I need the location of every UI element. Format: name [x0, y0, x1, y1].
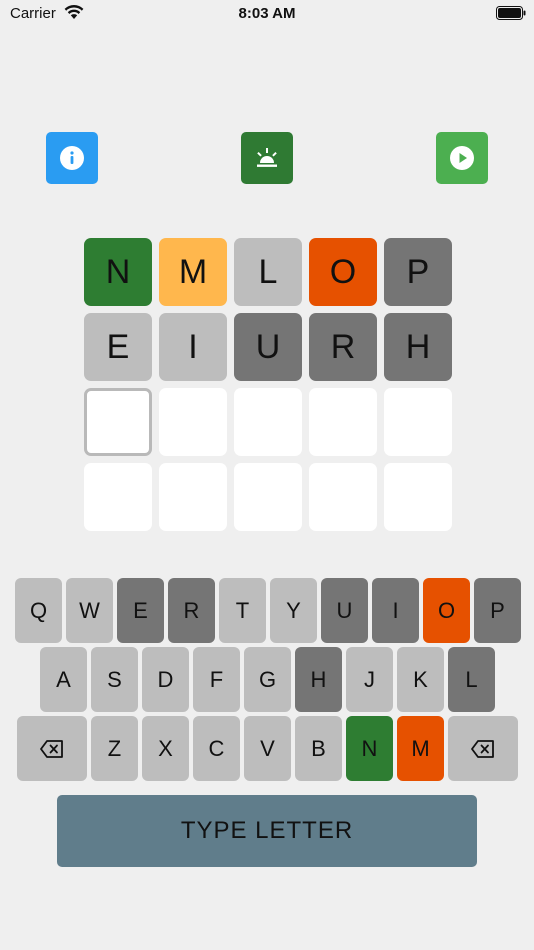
key-e[interactable]: E [117, 578, 164, 643]
board-tile [309, 463, 377, 531]
keyboard-row: ZXCVBNM [17, 716, 518, 781]
board-tile: O [309, 238, 377, 306]
board-tile: L [234, 238, 302, 306]
key-u[interactable]: U [321, 578, 368, 643]
board-row: EIURH [84, 313, 452, 381]
alarm-light-icon [257, 148, 277, 167]
board-tile [84, 388, 152, 456]
board-tile [384, 388, 452, 456]
type-letter-label: TYPE LETTER [180, 817, 354, 844]
key-d[interactable]: D [142, 647, 189, 712]
key-x[interactable]: X [142, 716, 189, 781]
board-tile: H [384, 313, 452, 381]
key-k[interactable]: K [397, 647, 444, 712]
info-button[interactable] [46, 132, 98, 184]
backspace-key[interactable] [448, 716, 518, 781]
keyboard-row: QWERTYUIOP [15, 578, 521, 643]
backspace-icon [40, 739, 63, 758]
key-a[interactable]: A [40, 647, 87, 712]
type-letter-button[interactable]: TYPE LETTER [57, 795, 477, 867]
board-tile [159, 463, 227, 531]
board-tile: N [84, 238, 152, 306]
key-h[interactable]: H [295, 647, 342, 712]
board-tile [159, 388, 227, 456]
keyboard-row: ASDFGHJKL [40, 647, 495, 712]
key-j[interactable]: J [346, 647, 393, 712]
key-n[interactable]: N [346, 716, 393, 781]
key-b[interactable]: B [295, 716, 342, 781]
board-row [84, 463, 452, 531]
game-board: NMLOP EIURH [84, 238, 452, 538]
board-tile [384, 463, 452, 531]
board-tile: U [234, 313, 302, 381]
key-r[interactable]: R [168, 578, 215, 643]
board-tile: P [384, 238, 452, 306]
key-c[interactable]: C [193, 716, 240, 781]
status-bar: Carrier 8:03 AM [0, 0, 534, 28]
board-tile [84, 463, 152, 531]
key-t[interactable]: T [219, 578, 266, 643]
key-w[interactable]: W [66, 578, 113, 643]
board-tile: R [309, 313, 377, 381]
board-tile: M [159, 238, 227, 306]
play-button[interactable] [436, 132, 488, 184]
battery-icon [496, 6, 526, 20]
key-s[interactable]: S [91, 647, 138, 712]
key-v[interactable]: V [244, 716, 291, 781]
board-tile [234, 463, 302, 531]
key-i[interactable]: I [372, 578, 419, 643]
key-y[interactable]: Y [270, 578, 317, 643]
backspace-key[interactable] [17, 716, 87, 781]
key-p[interactable]: P [474, 578, 521, 643]
key-l[interactable]: L [448, 647, 495, 712]
key-m[interactable]: M [397, 716, 444, 781]
alarm-light-button[interactable] [241, 132, 293, 184]
key-f[interactable]: F [193, 647, 240, 712]
board-tile [234, 388, 302, 456]
board-row [84, 388, 452, 456]
info-icon [60, 146, 84, 170]
board-tile: I [159, 313, 227, 381]
key-z[interactable]: Z [91, 716, 138, 781]
key-q[interactable]: Q [15, 578, 62, 643]
status-time: 8:03 AM [238, 5, 296, 22]
board-tile [309, 388, 377, 456]
key-g[interactable]: G [244, 647, 291, 712]
key-o[interactable]: O [423, 578, 470, 643]
board-row: NMLOP [84, 238, 452, 306]
play-icon [450, 146, 474, 170]
board-tile: E [84, 313, 152, 381]
backspace-icon [471, 739, 494, 758]
